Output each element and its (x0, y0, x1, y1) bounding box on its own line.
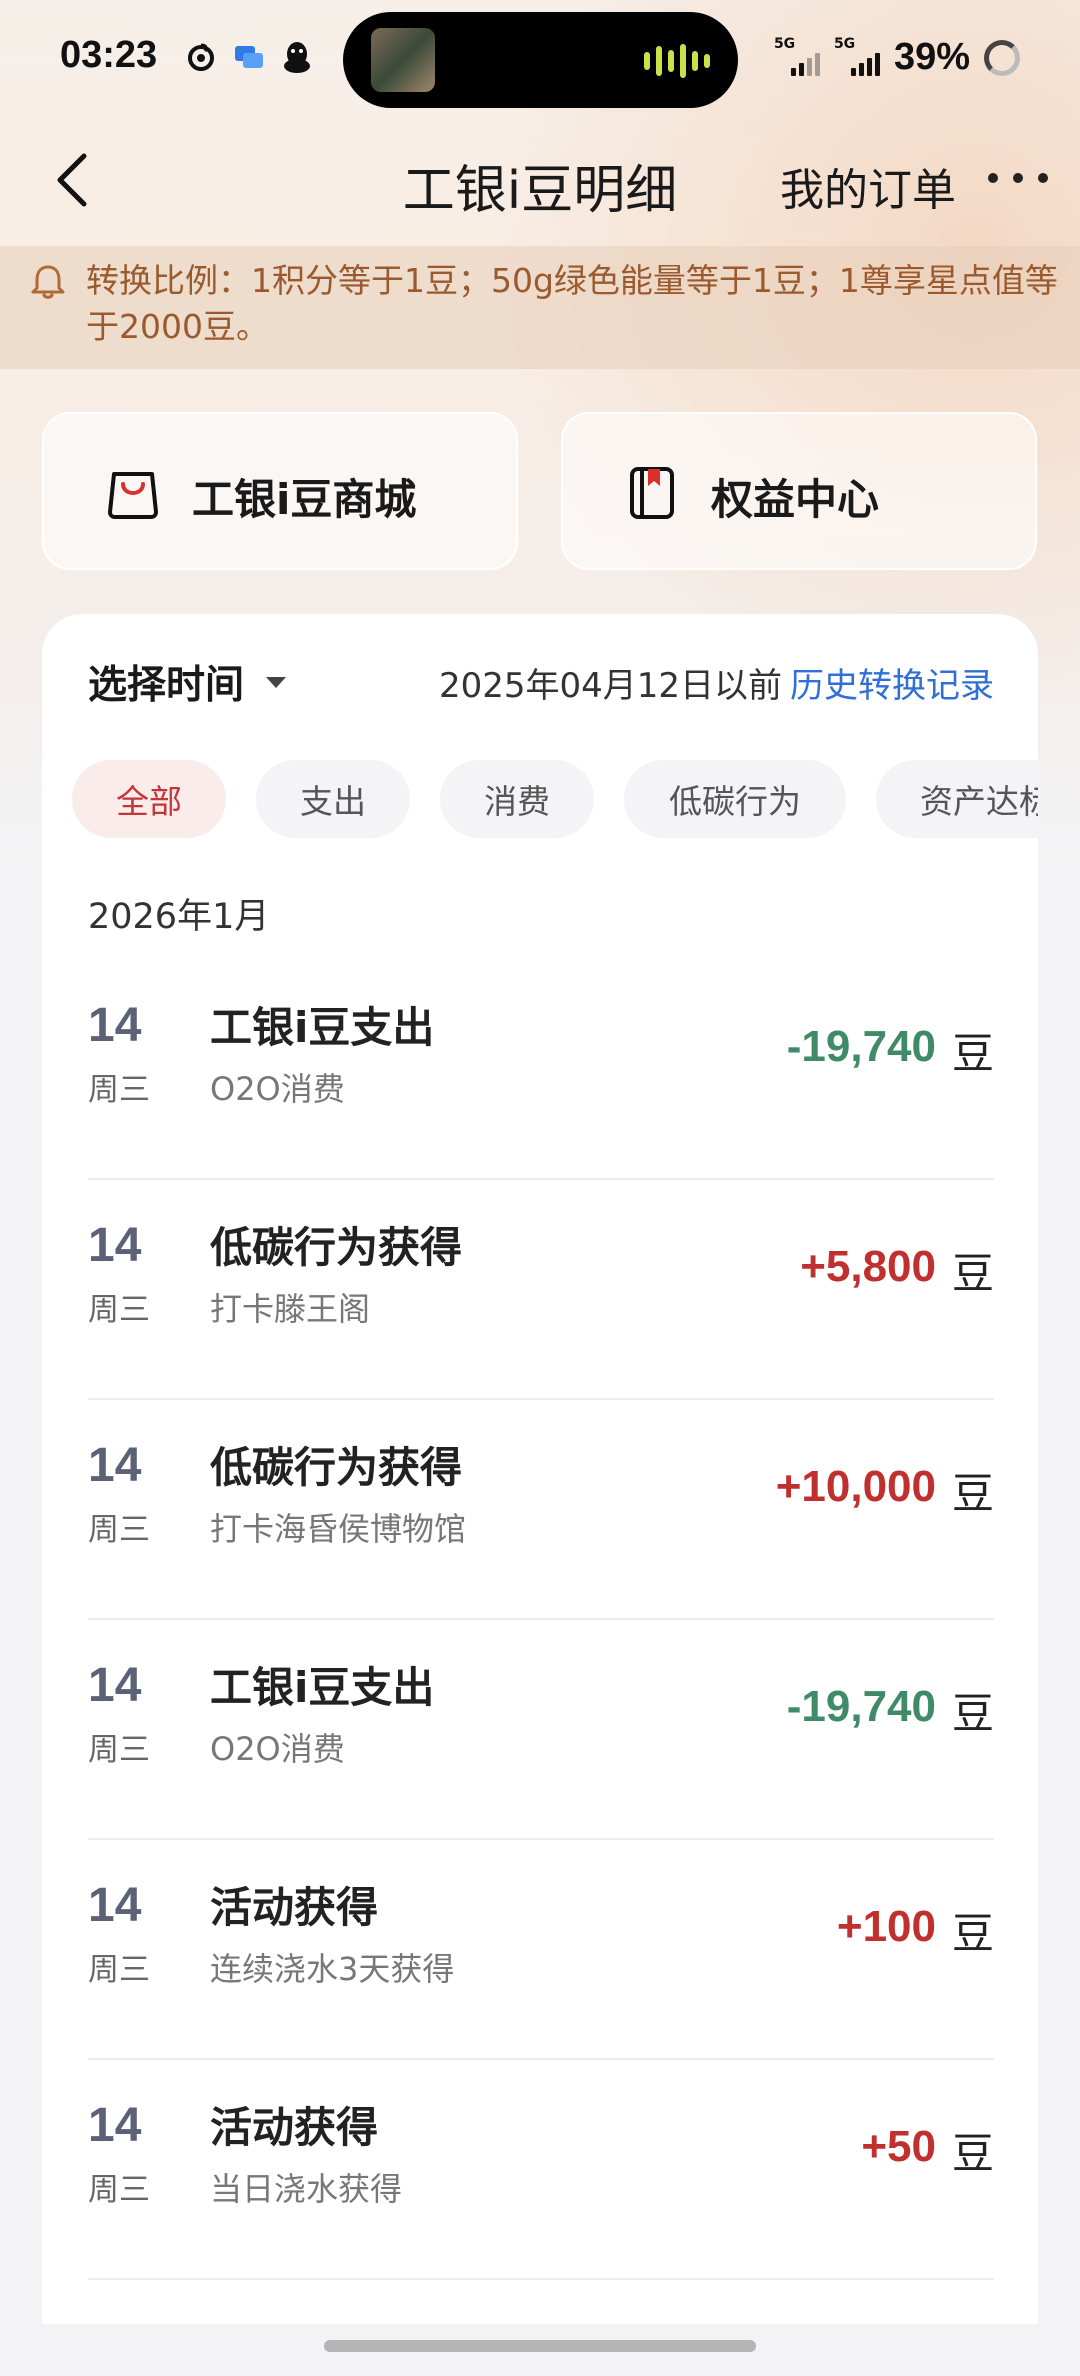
record-day: 14 (88, 1659, 142, 1712)
record-subtitle: 打卡滕王阁 (210, 1290, 371, 1328)
home-indicator[interactable] (324, 2340, 756, 2352)
more-options-icon[interactable] (988, 158, 1048, 198)
record-amount: -19,740 (786, 1682, 936, 1731)
benefits-center-card[interactable]: 权益中心 (561, 412, 1037, 570)
record-row[interactable]: 14 周三 工银i豆支出 O2O消费 -19,740 豆 (88, 1620, 994, 1840)
record-amount: +50 (861, 2122, 936, 2171)
record-title: 工银i豆支出 (210, 1663, 435, 1712)
shopping-bag-icon (108, 472, 158, 519)
signal-icon: 5G (833, 35, 880, 78)
record-unit: 豆 (951, 1249, 994, 1298)
status-time: 03:23 (60, 34, 158, 76)
record-weekday: 周三 (88, 1952, 150, 1988)
record-weekday: 周三 (88, 2172, 150, 2208)
tab-low-carbon[interactable]: 低碳行为 (624, 760, 846, 838)
my-orders-link[interactable]: 我的订单 (780, 154, 956, 218)
record-unit: 豆 (951, 1029, 994, 1078)
category-tabs: 全部 支出 消费 低碳行为 资产达标 (72, 760, 1038, 840)
tab-asset-target[interactable]: 资产达标 (876, 760, 1038, 838)
signal-label: 5G (833, 35, 856, 52)
tab-all[interactable]: 全部 (72, 760, 226, 838)
battery-icon (984, 39, 1020, 76)
record-row[interactable]: 14 周三 活动获得当日浇水获得 +50 豆 (88, 2060, 994, 2280)
dynamic-island[interactable] (343, 12, 738, 108)
benefits-center-label: 权益中心 (711, 475, 880, 524)
signal-label: 5G (773, 35, 796, 52)
record-day: 14 (88, 1879, 142, 1932)
record-day: 14 (88, 999, 142, 1052)
date-note-text: 2025年04月12日以前 (438, 666, 782, 706)
record-row[interactable]: 14 周三 活动获得连续浇水3天获得 +100 豆 (88, 1840, 994, 2060)
record-amount: +5,800 (800, 1242, 936, 1291)
record-subtitle: O2O消费 (210, 1730, 345, 1768)
notice-text: 转换比例：1积分等于1豆；50g绿色能量等于1豆；1尊享星点值等于2000豆。 (86, 261, 1058, 346)
record-title: 工银i豆支出 (210, 1003, 435, 1052)
record-unit: 豆 (951, 1469, 994, 1518)
bean-mall-label: 工银i豆商城 (192, 475, 417, 524)
icbc-bean-mall-card[interactable]: 工银i豆商城 (42, 412, 518, 570)
record-weekday: 周三 (88, 1292, 150, 1328)
page-title-text: 工银i豆明细 (402, 161, 678, 221)
time-select-dropdown[interactable]: 选择时间 (88, 654, 287, 710)
record-subtitle: 打卡海昏侯博物馆 (210, 1510, 467, 1548)
book-bookmark-icon (630, 467, 674, 519)
date-note: 2025年04月12日以前 历史转换记录 (439, 658, 994, 707)
record-day: 14 (88, 2099, 142, 2152)
status-notification-icons (184, 40, 314, 74)
record-subtitle: 当日浇水获得 (210, 2170, 403, 2208)
record-unit: 豆 (951, 2129, 994, 2178)
history-conversion-link[interactable]: 历史转换记录 (790, 666, 994, 706)
record-title: 低碳行为获得 (210, 1223, 463, 1272)
record-title: 活动获得 (210, 1883, 379, 1932)
record-row[interactable]: 14 周三 工银i豆支出 O2O消费 -19,740 豆 (88, 960, 994, 1180)
record-weekday: 周三 (88, 1072, 150, 1108)
record-day: 14 (88, 1439, 142, 1492)
status-right: 5G 5G 39% (774, 36, 1020, 79)
record-subtitle: O2O消费 (210, 1070, 345, 1108)
time-select-label: 选择时间 (88, 663, 245, 708)
netease-music-icon (184, 40, 218, 74)
now-playing-cover (371, 28, 435, 92)
record-day: 14 (88, 1219, 142, 1272)
record-subtitle: 连续浇水3天获得 (210, 1950, 455, 1988)
record-amount: +10,000 (775, 1462, 936, 1511)
tab-consumption[interactable]: 消费 (440, 760, 594, 838)
caret-down-icon (266, 676, 287, 688)
record-title: 低碳行为获得 (210, 1443, 463, 1492)
month-header: 2026年1月 (88, 897, 270, 937)
record-amount: -19,740 (786, 1022, 936, 1071)
tab-expense[interactable]: 支出 (256, 760, 410, 838)
audio-wave-icon (644, 44, 710, 78)
bell-icon (31, 265, 65, 299)
record-title: 活动获得 (210, 2103, 379, 2152)
conversion-notice: 转换比例：1积分等于1豆；50g绿色能量等于1豆；1尊享星点值等于2000豆。 (0, 246, 1080, 369)
signal-icon: 5G (773, 35, 820, 78)
record-unit: 豆 (951, 1909, 994, 1958)
status-bar: 03:23 5G 5G 39% (0, 0, 1080, 120)
penguin-icon (280, 40, 314, 74)
record-amount: +100 (836, 1902, 936, 1951)
battery-percent: 39% (893, 36, 970, 78)
filter-row: 选择时间 2025年04月12日以前 历史转换记录 (42, 654, 1038, 714)
record-unit: 豆 (951, 1689, 994, 1738)
record-row[interactable]: 14 周三 低碳行为获得打卡滕王阁 +5,800 豆 (88, 1180, 994, 1400)
record-weekday: 周三 (88, 1732, 150, 1768)
record-row[interactable]: 14 周三 低碳行为获得打卡海昏侯博物馆 +10,000 豆 (88, 1400, 994, 1620)
message-bubble-icon (232, 40, 266, 74)
nav-bar: 工银i豆明细 我的订单 (0, 128, 1080, 234)
records-panel: 选择时间 2025年04月12日以前 历史转换记录 全部 支出 消费 低碳行为 资… (42, 614, 1038, 2324)
record-weekday: 周三 (88, 1512, 150, 1548)
